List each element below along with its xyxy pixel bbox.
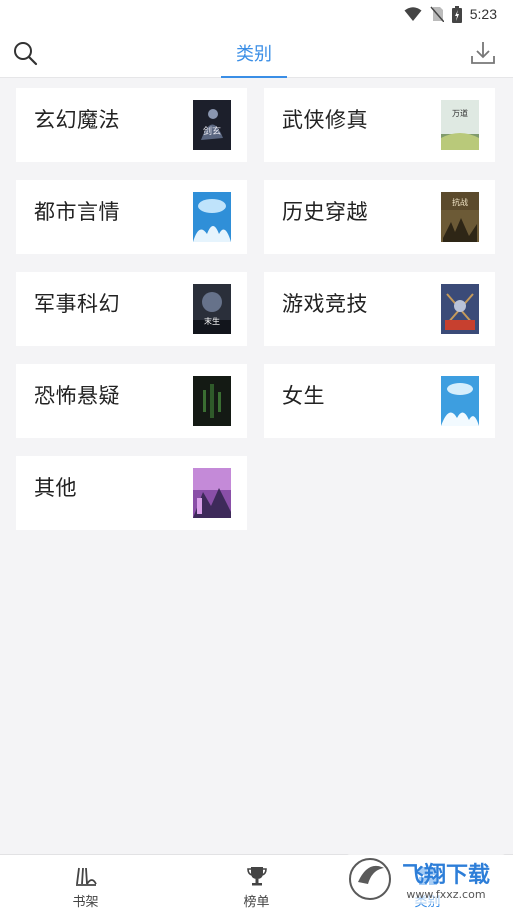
category-label: 女生 (282, 384, 325, 408)
category-label: 恐怖悬疑 (34, 384, 120, 408)
category-label: 军事科幻 (34, 292, 120, 316)
active-tab-indicator (221, 76, 287, 78)
book-cover-image (193, 468, 231, 518)
category-label: 历史穿越 (282, 200, 368, 224)
category-label: 游戏竞技 (282, 292, 368, 316)
header-title: 类别 (236, 44, 272, 65)
bookshelf-icon (74, 864, 98, 888)
category-card-kongbu[interactable]: 恐怖悬疑 (16, 364, 247, 438)
book-cover-image: 万道 (441, 100, 479, 150)
tab-bookshelf[interactable]: 书架 (0, 855, 171, 912)
category-label: 其他 (34, 476, 77, 500)
cover-title: 抗战 (452, 197, 468, 207)
search-icon[interactable] (12, 40, 38, 66)
category-card-junshi[interactable]: 军事科幻 末生 (16, 272, 247, 346)
category-card-lishi[interactable]: 历史穿越 抗战 (264, 180, 495, 254)
cover-title: 末生 (204, 316, 220, 326)
book-cover-image: 剑玄 (193, 100, 231, 150)
category-card-xuanhuan[interactable]: 玄幻魔法 剑玄 (16, 88, 247, 162)
tab-category[interactable]: 类别 (342, 855, 513, 912)
book-cover-image (193, 192, 231, 242)
no-sim-icon (430, 6, 444, 22)
cover-title: 剑玄 (203, 125, 221, 137)
wifi-icon (404, 6, 422, 22)
category-card-youxi[interactable]: 游戏竞技 (264, 272, 495, 346)
tab-category-header[interactable]: 类别 (221, 28, 287, 78)
trophy-icon (245, 864, 269, 888)
bottom-tab-bar: 书架 榜单 类别 (0, 854, 513, 912)
cover-title: 万道 (452, 108, 468, 118)
category-card-qita[interactable]: 其他 (16, 456, 247, 530)
category-card-nvsheng[interactable]: 女生 (264, 364, 495, 438)
tab-label: 榜单 (243, 895, 270, 910)
tab-label: 书架 (72, 895, 99, 910)
category-label: 武侠修真 (282, 108, 368, 132)
book-cover-image: 抗战 (441, 192, 479, 242)
tab-label: 类别 (414, 895, 441, 910)
category-label: 都市言情 (34, 200, 120, 224)
download-icon[interactable] (469, 39, 497, 67)
category-label: 玄幻魔法 (34, 108, 120, 132)
top-header: 类别 (0, 28, 513, 78)
book-cover-image (441, 376, 479, 426)
category-card-wuxia[interactable]: 武侠修真 万道 (264, 88, 495, 162)
book-cover-image: 末生 (193, 284, 231, 334)
status-bar: 5:23 (0, 0, 513, 28)
book-cover-image (441, 284, 479, 334)
book-cover-image (193, 376, 231, 426)
battery-icon (451, 5, 462, 23)
category-card-dushi[interactable]: 都市言情 (16, 180, 247, 254)
category-icon (416, 864, 440, 888)
status-time: 5:23 (469, 6, 497, 22)
tab-ranking[interactable]: 榜单 (171, 855, 342, 912)
